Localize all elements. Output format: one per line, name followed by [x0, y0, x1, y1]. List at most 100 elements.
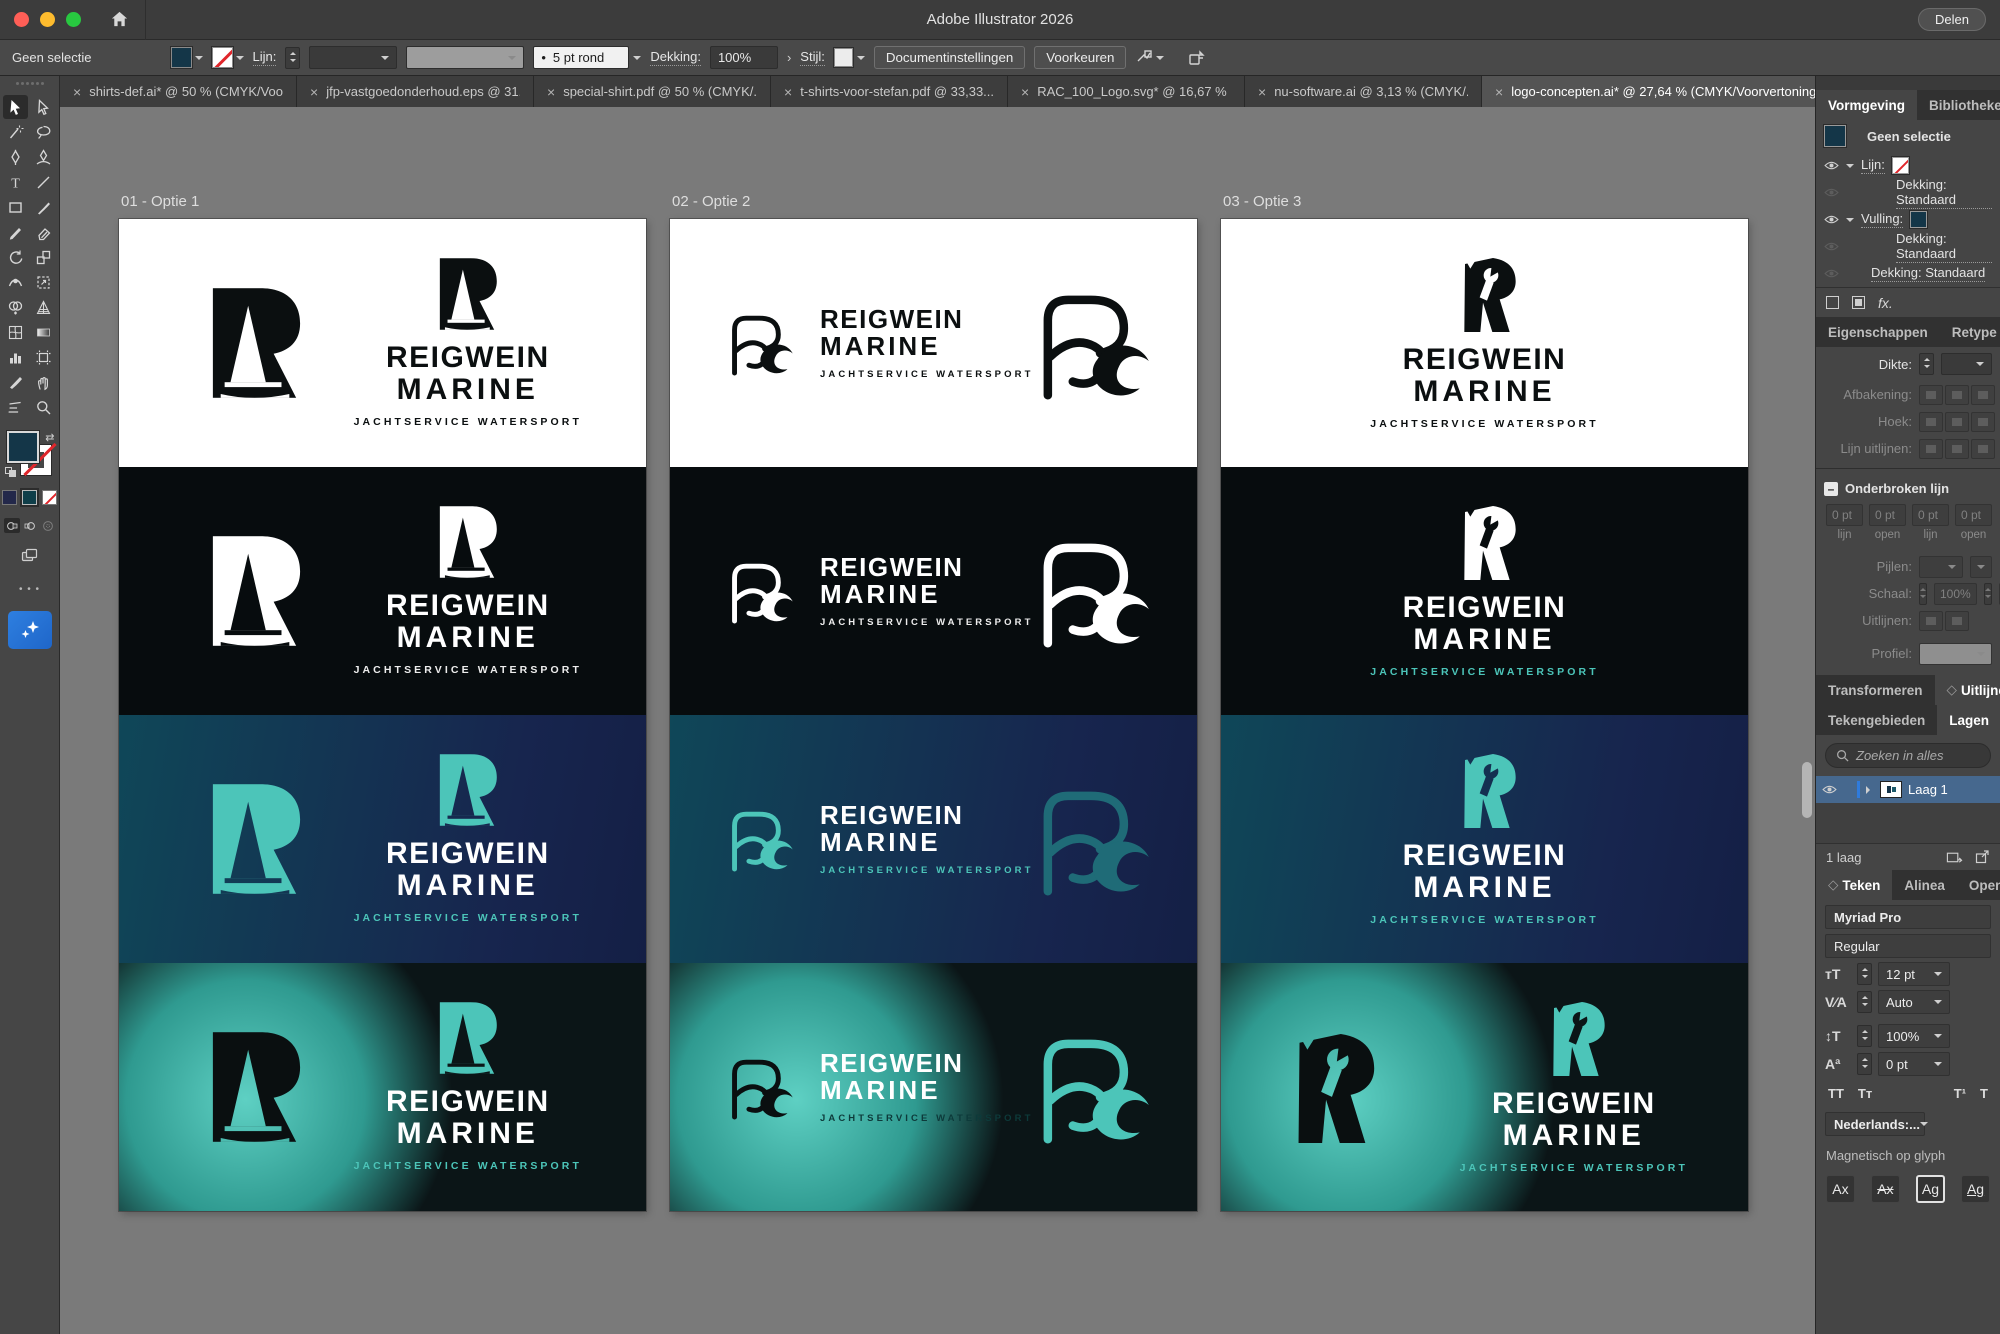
arrowhead-end-dropdown[interactable] — [1970, 556, 1992, 578]
visibility-eye-icon[interactable] — [1824, 187, 1839, 198]
rectangle-tool[interactable] — [3, 195, 28, 219]
curvature-tool[interactable] — [31, 145, 56, 169]
opacity-row-label[interactable]: Dekking: Standaard — [1896, 231, 1992, 263]
close-tab-icon[interactable]: × — [73, 84, 81, 100]
document-tab[interactable]: ×t-shirts-voor-stefan.pdf @ 33,33... — [771, 76, 1008, 107]
appearance-target-swatch[interactable] — [1824, 125, 1846, 147]
fill-color-picker[interactable] — [171, 47, 203, 68]
home-icon[interactable] — [110, 10, 129, 29]
zoom-window-button[interactable] — [66, 12, 81, 27]
snap-baseline-button[interactable]: Ag — [1961, 1175, 1990, 1203]
close-tab-icon[interactable]: × — [1258, 84, 1266, 100]
dash-field[interactable]: 0 pt — [1826, 504, 1863, 526]
shape-builder-tool[interactable] — [3, 295, 28, 319]
dashed-line-checkbox[interactable]: – — [1824, 482, 1838, 496]
font-size-field[interactable]: 12 pt — [1878, 962, 1950, 986]
document-tab[interactable]: ×RAC_100_Logo.svg* @ 16,67 % (R... — [1008, 76, 1245, 107]
line-segment-tool[interactable] — [31, 170, 56, 194]
width-profile-dropdown[interactable] — [1919, 643, 1992, 665]
profile-dropdown-chevron[interactable] — [633, 56, 641, 64]
kerning-stepper[interactable] — [1857, 991, 1872, 1013]
visibility-eye-icon[interactable] — [1824, 268, 1839, 279]
variable-width-profile[interactable]: •5 pt rond — [533, 46, 629, 69]
cap-buttons[interactable] — [1919, 385, 1995, 405]
scale-stepper[interactable] — [1919, 583, 1927, 605]
width-tool[interactable] — [3, 270, 28, 294]
all-caps-button[interactable]: TT — [1828, 1086, 1844, 1101]
tab-libraries[interactable]: Bibliotheken — [1917, 90, 2000, 120]
touch-type-tool[interactable] — [3, 395, 28, 419]
document-setup-button[interactable]: Documentinstellingen — [874, 46, 1025, 69]
tab-paragraph[interactable]: Alinea — [1892, 870, 1957, 900]
opacity-row-label[interactable]: Dekking: Standaard — [1871, 265, 1985, 282]
fill-swatch[interactable] — [171, 47, 192, 68]
scale-tool[interactable] — [31, 245, 56, 269]
layer-name[interactable]: Laag 1 — [1908, 782, 1948, 797]
stroke-row-swatch[interactable] — [1892, 157, 1909, 174]
horizontal-scale-field[interactable]: 100% — [1878, 1024, 1950, 1048]
opacity-row-label[interactable]: Dekking: Standaard — [1896, 177, 1992, 209]
color-swatch-button[interactable] — [2, 490, 17, 505]
stroke-row-label[interactable]: Lijn: — [1861, 157, 1885, 174]
tab-appearance[interactable]: Vormgeving — [1816, 90, 1917, 120]
scale-field[interactable]: 100% — [1934, 583, 1977, 605]
tab-layers[interactable]: Lagen — [1937, 705, 2000, 735]
expand-chevron-icon[interactable] — [1846, 218, 1854, 226]
scale-stepper[interactable] — [1857, 1025, 1872, 1047]
weight-dropdown[interactable] — [1941, 353, 1992, 375]
superscript-button[interactable]: T¹ — [1954, 1086, 1966, 1101]
gap-field[interactable]: 0 pt — [1869, 504, 1906, 526]
close-tab-icon[interactable]: × — [1495, 84, 1503, 100]
close-tab-icon[interactable]: × — [310, 84, 318, 100]
snap-xheight-button[interactable]: Ax — [1871, 1175, 1900, 1203]
canvas-vertical-scrollbar[interactable] — [1802, 762, 1812, 818]
arrow-align-buttons[interactable] — [1919, 611, 1969, 631]
paintbrush-tool[interactable] — [31, 195, 56, 219]
pen-tool[interactable] — [3, 145, 28, 169]
document-tab[interactable]: ×shirts-def.ai* @ 50 % (CMYK/Voo... — [60, 76, 297, 107]
opacity-disclosure-icon[interactable]: › — [787, 50, 791, 65]
gradient-swatch-button[interactable] — [22, 490, 37, 505]
artboard-label[interactable]: 03 - Optie 3 — [1223, 193, 1748, 210]
tab-character[interactable]: ◇Teken — [1816, 870, 1892, 900]
close-tab-icon[interactable]: × — [784, 84, 792, 100]
isolate-selection-icon[interactable] — [1135, 49, 1164, 67]
minimize-window-button[interactable] — [40, 12, 55, 27]
magic-wand-tool[interactable] — [3, 120, 28, 144]
swap-fill-stroke-icon[interactable]: ⇄ — [45, 431, 54, 444]
expand-chevron-icon[interactable] — [1846, 164, 1854, 172]
type-tool[interactable]: T — [3, 170, 28, 194]
draw-inside-mode[interactable] — [40, 518, 56, 533]
artboard-label[interactable]: 02 - Optie 2 — [672, 193, 1197, 210]
close-tab-icon[interactable]: × — [1021, 84, 1029, 100]
add-fill-icon[interactable] — [1852, 296, 1865, 309]
artboard-tool[interactable] — [31, 345, 56, 369]
brush-definition-dropdown[interactable] — [406, 46, 524, 69]
tab-properties[interactable]: Eigenschappen — [1816, 317, 1940, 347]
close-tab-icon[interactable]: × — [547, 84, 555, 100]
gap-field[interactable]: 0 pt — [1955, 504, 1992, 526]
tab-retype[interactable]: Retype — [1940, 317, 2000, 347]
stroke-weight-stepper[interactable] — [285, 47, 300, 69]
canvas[interactable]: 01 - Optie 1 REIGWEIN MARINE JACHTSERVIC… — [60, 107, 1815, 1334]
snap-glyph-box-button[interactable]: Ag — [1916, 1175, 1945, 1203]
visibility-eye-icon[interactable] — [1824, 160, 1839, 171]
font-size-stepper[interactable] — [1857, 963, 1872, 985]
layer-visibility-eye-icon[interactable] — [1822, 784, 1837, 795]
draw-behind-mode[interactable] — [22, 518, 38, 533]
snap-glyph-bounds-button[interactable]: Ax — [1826, 1175, 1855, 1203]
tab-artboards[interactable]: Tekengebieden — [1816, 705, 1937, 735]
rotate-tool[interactable] — [3, 245, 28, 269]
baseline-shift-field[interactable]: 0 pt — [1878, 1052, 1950, 1076]
free-transform-tool[interactable] — [31, 270, 56, 294]
kerning-field[interactable]: Auto — [1878, 990, 1950, 1014]
document-tab[interactable]: ×special-shirt.pdf @ 50 % (CMYK/... — [534, 76, 771, 107]
opacity-label[interactable]: Dekking: — [650, 49, 701, 66]
edit-toolbar-button[interactable]: • • • — [19, 584, 40, 595]
zoom-tool[interactable] — [31, 395, 56, 419]
slice-tool[interactable] — [3, 370, 28, 394]
document-tab[interactable]: ×jfp-vastgoedonderhoud.eps @ 31... — [297, 76, 534, 107]
direct-selection-tool[interactable] — [31, 95, 56, 119]
arrowhead-start-dropdown[interactable] — [1919, 556, 1963, 578]
language-dropdown[interactable]: Nederlands:... — [1825, 1112, 1925, 1136]
